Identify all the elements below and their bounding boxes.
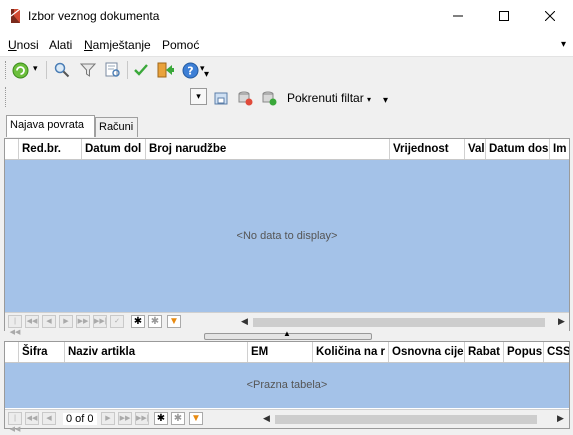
refresh-dropdown-icon[interactable]: ▾ <box>33 63 38 74</box>
toolbar-overflow-icon[interactable]: ▾ <box>204 69 209 80</box>
filter-combo-dropdown[interactable]: ▾ <box>190 88 207 105</box>
splitter-arrow-icon[interactable]: ▲ <box>283 329 291 338</box>
empty-message: <No data to display> <box>236 230 338 242</box>
refresh-icon[interactable] <box>11 61 29 79</box>
scroll-right-icon[interactable]: ▶ <box>557 413 564 424</box>
col-sifra[interactable]: Šifra <box>18 342 64 362</box>
col-datum-dos[interactable]: Datum dos <box>485 139 549 159</box>
delete-filter-icon[interactable] <box>236 89 254 107</box>
maximize-icon <box>499 10 509 21</box>
close-icon <box>545 10 555 21</box>
menu-alati[interactable]: Alati <box>49 38 72 52</box>
menu-namjestanje[interactable]: Namještanje <box>84 38 151 52</box>
nav-filter-icon[interactable]: ▼ <box>189 412 203 425</box>
top-grid-hscroll[interactable]: ◀ ▶ <box>235 315 569 329</box>
col-em[interactable]: EM <box>247 342 312 362</box>
maximize-button[interactable] <box>481 0 527 31</box>
nav-next-page-icon[interactable]: ▶▶ <box>118 412 132 425</box>
nav-prev-page-icon[interactable]: ◀◀ <box>25 412 39 425</box>
minimize-button[interactable] <box>435 0 481 31</box>
scroll-thumb[interactable] <box>275 415 537 424</box>
minimize-icon <box>453 15 463 16</box>
top-grid-header: Red.br. Datum dol Broj narudžbe Vrijedno… <box>5 139 569 160</box>
scroll-left-icon[interactable]: ◀ <box>263 413 270 424</box>
menu-unosi[interactable]: Unosi <box>8 38 39 52</box>
bottom-grid-hscroll[interactable]: ◀ ▶ <box>257 412 569 426</box>
col-im[interactable]: Im <box>549 139 569 159</box>
menu-overflow-icon[interactable]: ▾ <box>561 39 566 50</box>
nav-prev-page-icon[interactable]: ◀◀ <box>25 315 39 328</box>
scroll-thumb[interactable] <box>253 318 545 327</box>
col-css[interactable]: CSS <box>543 342 569 362</box>
nav-filter-icon[interactable]: ▼ <box>167 315 181 328</box>
add-filter-icon[interactable] <box>260 89 278 107</box>
menu-pomoc[interactable]: Pomoć <box>162 38 199 52</box>
row-indicator-header <box>5 139 18 159</box>
bottom-grid-navigator: |◀◀ ◀◀ ◀ 0 of 0 ▶ ▶▶ ▶▶| ✱ ✱ ▼ ◀ ▶ <box>5 409 569 433</box>
empty-message: <Prazna tabela> <box>246 379 328 391</box>
nav-delete-icon[interactable]: ✱ <box>171 412 185 425</box>
app-icon <box>10 8 21 23</box>
nav-prev-icon[interactable]: ◀ <box>42 412 56 425</box>
filter-icon[interactable] <box>79 61 97 79</box>
top-grid-body[interactable]: <No data to display> <box>5 160 569 313</box>
nav-last-icon[interactable]: ▶▶| <box>93 315 107 328</box>
col-vrijednost[interactable]: Vrijednost <box>389 139 464 159</box>
col-naziv-artikla[interactable]: Naziv artikla <box>64 342 247 362</box>
nav-next-page-icon[interactable]: ▶▶ <box>76 315 90 328</box>
scroll-left-icon[interactable]: ◀ <box>241 316 248 327</box>
col-rabat[interactable]: Rabat <box>464 342 503 362</box>
bottom-grid-header: Šifra Naziv artikla EM Količina na r Osn… <box>5 342 569 363</box>
bottom-grid: Šifra Naziv artikla EM Količina na r Osn… <box>4 341 570 433</box>
tab-racuni[interactable]: Računi <box>95 117 138 137</box>
filter-toolbar: ▾ Pokrenuti filtar ▾ ▾ <box>0 84 573 112</box>
col-red-br[interactable]: Red.br. <box>18 139 81 159</box>
nav-next-icon[interactable]: ▶ <box>59 315 73 328</box>
col-datum-dol[interactable]: Datum dol <box>81 139 145 159</box>
col-osnovna-cijena[interactable]: Osnovna cije <box>388 342 464 362</box>
scroll-right-icon[interactable]: ▶ <box>558 316 565 327</box>
col-popust[interactable]: Popus <box>503 342 543 362</box>
row-indicator-header <box>5 342 18 362</box>
main-toolbar: ▾ ? ▾ ▾ <box>0 57 573 83</box>
window-title: Izbor veznog dokumenta <box>28 9 160 23</box>
top-grid: Red.br. Datum dol Broj narudžbe Vrijedno… <box>4 138 570 336</box>
nav-append-icon[interactable]: ✱ <box>154 412 168 425</box>
menu-bar: Unosi Alati Namještanje Pomoć ▾ <box>0 31 573 57</box>
nav-next-icon[interactable]: ▶ <box>101 412 115 425</box>
nav-delete-icon[interactable]: ✱ <box>148 315 162 328</box>
record-counter: 0 of 0 <box>63 413 97 425</box>
nav-last-icon[interactable]: ▶▶| <box>135 412 149 425</box>
exit-icon[interactable] <box>157 61 175 79</box>
title-bar: Izbor veznog dokumenta <box>0 0 573 31</box>
help-icon[interactable]: ? <box>181 61 199 79</box>
close-button[interactable] <box>527 0 573 31</box>
nav-append-icon[interactable]: ✱ <box>131 315 145 328</box>
grid-splitter[interactable]: ▲ <box>204 329 372 340</box>
col-kolicina[interactable]: Količina na r <box>312 342 388 362</box>
tab-najava-povrata[interactable]: Najava povrata <box>6 115 95 137</box>
nav-edit-icon[interactable]: ✓ <box>110 315 124 328</box>
confirm-check-icon[interactable] <box>132 61 150 79</box>
search-icon[interactable] <box>53 61 71 79</box>
nav-first-icon[interactable]: |◀◀ <box>8 315 22 336</box>
toolbar2-overflow-icon[interactable]: ▾ <box>383 95 388 106</box>
bottom-grid-body[interactable]: <Prazna tabela> <box>5 363 569 408</box>
nav-first-icon[interactable]: |◀◀ <box>8 412 22 433</box>
col-broj-narudzbe[interactable]: Broj narudžbe <box>145 139 389 159</box>
run-filter-button[interactable]: Pokrenuti filtar ▾ <box>287 91 371 105</box>
save-filter-icon[interactable] <box>212 89 230 107</box>
preview-icon[interactable] <box>104 61 122 79</box>
col-val[interactable]: Val <box>464 139 485 159</box>
tab-strip: Najava povrata Računi <box>4 115 570 138</box>
svg-text:?: ? <box>187 64 193 77</box>
nav-prev-icon[interactable]: ◀ <box>42 315 56 328</box>
